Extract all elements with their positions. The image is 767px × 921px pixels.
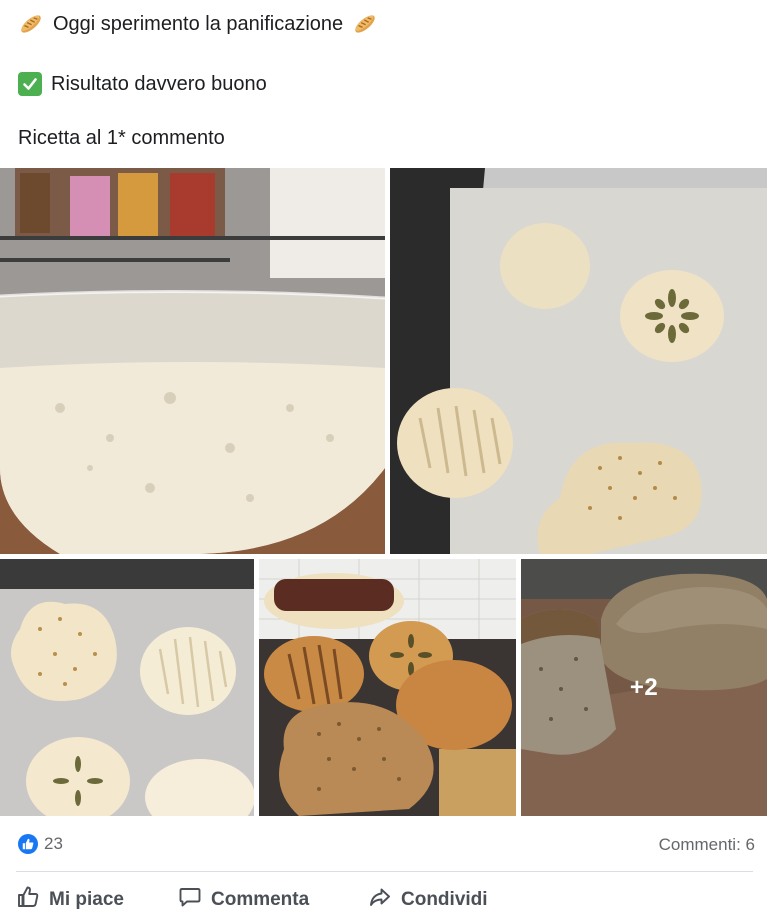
share-button-label: Condividi — [401, 889, 488, 910]
like-reaction-icon — [18, 834, 38, 854]
post-text-line-2-label: Risultato davvero buono — [51, 73, 267, 95]
post-text-line-3: Ricetta al 1* commento — [18, 126, 225, 150]
photo-baked-breads[interactable] — [259, 559, 516, 816]
photo-sliced-bread[interactable]: +2 — [521, 559, 767, 816]
reactions-summary[interactable]: 23 — [18, 834, 63, 854]
more-photos-overlay[interactable]: +2 — [521, 559, 767, 816]
post-text-line-1-label: Oggi sperimento la panificazione — [53, 13, 344, 35]
post-text-line-3-label: Ricetta al 1* commento — [18, 127, 225, 149]
post-text-line-2: Risultato davvero buono — [18, 72, 267, 96]
photo-dough-bowl[interactable] — [0, 168, 385, 554]
share-button[interactable]: Condividi — [368, 883, 488, 917]
like-button-label: Mi piace — [49, 889, 124, 910]
comments-count[interactable]: Commenti: 6 — [659, 835, 755, 855]
comment-button[interactable]: Commenta — [178, 883, 309, 917]
post-text-line-1: Oggi sperimento la panificazione — [18, 12, 378, 36]
comment-button-label: Commenta — [211, 889, 310, 910]
speech-bubble-icon — [178, 885, 211, 915]
divider — [16, 871, 753, 872]
photo-shaped-rolls-raw[interactable] — [390, 168, 767, 554]
share-arrow-icon — [368, 885, 401, 915]
photo-rolls-tray[interactable] — [0, 559, 254, 816]
more-photos-count: +2 — [629, 673, 659, 701]
post-action-bar: Mi piace Commenta Condividi — [0, 883, 767, 917]
baguette-emoji-icon — [352, 12, 378, 36]
baguette-emoji-icon — [18, 12, 44, 36]
thumbs-up-icon — [16, 885, 49, 915]
check-mark-emoji-icon — [18, 72, 42, 96]
like-button[interactable]: Mi piace — [16, 883, 124, 917]
reactions-count: 23 — [44, 834, 63, 853]
